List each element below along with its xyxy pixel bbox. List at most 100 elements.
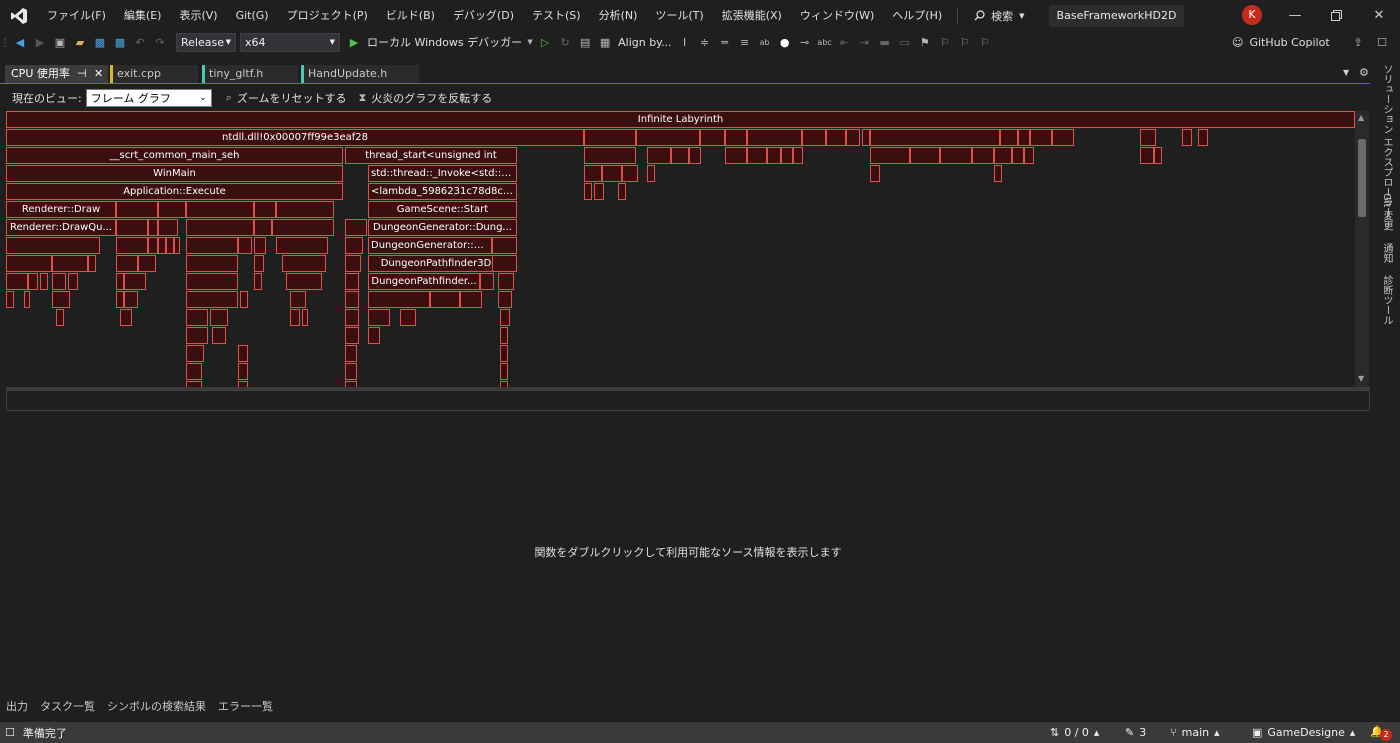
uncomment-icon[interactable]: ▭ — [895, 32, 915, 52]
flame-frame-unlabeled[interactable] — [1024, 147, 1034, 164]
flame-frame-unlabeled[interactable] — [480, 273, 494, 290]
menu-debug[interactable]: デバッグ(D) — [444, 0, 523, 31]
flame-frame-unlabeled[interactable] — [689, 147, 701, 164]
flame-frame-unlabeled[interactable] — [500, 345, 508, 362]
flame-frame-unlabeled[interactable] — [345, 363, 357, 380]
menu-tools[interactable]: ツール(T) — [646, 0, 712, 31]
menu-test[interactable]: テスト(S) — [523, 0, 590, 31]
flame-frame-unlabeled[interactable] — [124, 291, 138, 308]
flame-frame-unlabeled[interactable] — [212, 327, 226, 344]
menu-view[interactable]: 表示(V) — [170, 0, 226, 31]
flame-frame-unlabeled[interactable] — [725, 147, 747, 164]
outdent-icon[interactable]: ⇥ — [855, 32, 875, 52]
flame-frame[interactable]: ntdll.dll!0x00007ff99e3eaf28 — [6, 129, 584, 146]
flame-frame-unlabeled[interactable] — [6, 291, 14, 308]
redo-icon[interactable]: ↷ — [150, 32, 170, 52]
flame-frame-unlabeled[interactable] — [116, 255, 138, 272]
feedback-icon[interactable]: ☐ — [1372, 32, 1392, 52]
forward-icon[interactable]: ▶ — [30, 32, 50, 52]
reset-zoom-button[interactable]: ズームをリセットする — [237, 90, 347, 106]
circle-icon[interactable]: ● — [775, 32, 795, 52]
flame-frame-unlabeled[interactable] — [584, 165, 602, 182]
solution-explorer-icon[interactable]: ▤ — [575, 32, 595, 52]
settings-gear-icon[interactable]: ⚙ — [1359, 66, 1369, 79]
undo-icon[interactable]: ↶ — [130, 32, 150, 52]
flame-frame[interactable]: Renderer::Draw — [6, 201, 116, 218]
flame-frame-unlabeled[interactable] — [158, 201, 186, 218]
flame-frame-unlabeled[interactable] — [345, 255, 361, 272]
flame-frame-unlabeled[interactable] — [6, 255, 52, 272]
open-folder-icon[interactable]: ▰ — [70, 32, 90, 52]
scroll-down-icon[interactable]: ▼ — [1358, 374, 1364, 383]
tab-exit-cpp[interactable]: exit.cpp — [110, 65, 198, 83]
flame-frame-unlabeled[interactable] — [148, 237, 158, 254]
search-button[interactable]: 検索 ▼ — [964, 8, 1034, 24]
user-avatar[interactable]: K — [1242, 5, 1262, 25]
branch-status[interactable]: ⑂ main ▲ — [1170, 722, 1219, 743]
flame-frame-unlabeled[interactable] — [186, 309, 208, 326]
flame-frame-unlabeled[interactable] — [276, 201, 334, 218]
flame-frame-unlabeled[interactable] — [28, 273, 38, 290]
flame-frame-unlabeled[interactable] — [52, 291, 70, 308]
debugger-target-button[interactable]: ローカル Windows デバッガー — [364, 34, 525, 50]
flame-frame-unlabeled[interactable] — [254, 201, 276, 218]
flame-frame-unlabeled[interactable] — [647, 147, 671, 164]
flame-frame-unlabeled[interactable] — [862, 129, 870, 146]
flame-frame-unlabeled[interactable] — [186, 201, 254, 218]
menu-edit[interactable]: 編集(E) — [115, 0, 171, 31]
share-icon[interactable]: ⇪ — [1348, 32, 1368, 52]
flame-frame-unlabeled[interactable] — [846, 129, 860, 146]
bookmark-icon[interactable]: ⚑ — [915, 32, 935, 52]
flame-frame-unlabeled[interactable] — [725, 129, 747, 146]
start-without-debugging-icon[interactable]: ▷ — [535, 32, 555, 52]
flame-frame-unlabeled[interactable] — [186, 255, 238, 272]
flame-frame-unlabeled[interactable] — [747, 147, 767, 164]
flame-frame-unlabeled[interactable] — [1154, 147, 1162, 164]
flame-frame-unlabeled[interactable] — [148, 219, 158, 236]
flame-frame-unlabeled[interactable] — [671, 147, 689, 164]
flame-frame-unlabeled[interactable] — [158, 237, 166, 254]
flame-frame-unlabeled[interactable] — [622, 165, 638, 182]
flame-frame-unlabeled[interactable] — [345, 273, 359, 290]
restore-icon[interactable] — [1313, 0, 1359, 31]
menu-git[interactable]: Git(G) — [227, 0, 278, 31]
flame-frame-unlabeled[interactable] — [747, 129, 802, 146]
flame-frame[interactable]: thread_start<unsigned int — [345, 147, 517, 164]
tab-symbol-results[interactable]: シンボルの検索結果 — [101, 698, 212, 714]
chevron-down-icon[interactable]: ▼ — [525, 32, 535, 52]
flame-frame-unlabeled[interactable] — [345, 327, 359, 344]
flame-frame-unlabeled[interactable] — [492, 237, 517, 254]
flame-frame-unlabeled[interactable] — [500, 309, 510, 326]
flame-frame[interactable]: __scrt_common_main_seh — [6, 147, 343, 164]
flame-frame-unlabeled[interactable] — [345, 237, 363, 254]
flame-frame-unlabeled[interactable] — [254, 237, 266, 254]
flame-frame-unlabeled[interactable] — [24, 291, 30, 308]
platform-dropdown[interactable]: x64 ▼ — [240, 32, 340, 52]
flame-frame-unlabeled[interactable] — [368, 327, 380, 344]
close-tab-icon[interactable]: ✕ — [94, 65, 103, 83]
flame-frame-unlabeled[interactable] — [290, 291, 306, 308]
flame-frame-unlabeled[interactable] — [286, 273, 322, 290]
layout-icon[interactable]: ▦ — [595, 32, 615, 52]
flame-frame-unlabeled[interactable] — [302, 309, 308, 326]
flame-frame-unlabeled[interactable] — [186, 237, 238, 254]
flame-frame-unlabeled[interactable] — [52, 255, 88, 272]
flame-frame-unlabeled[interactable] — [1140, 147, 1154, 164]
flame-frame-unlabeled[interactable] — [368, 291, 430, 308]
flame-frame-unlabeled[interactable] — [254, 255, 264, 272]
configuration-dropdown[interactable]: Release ▼ — [176, 32, 236, 52]
hot-reload-icon[interactable]: ↻ — [555, 32, 575, 52]
tab-error-list[interactable]: エラー一覧 — [212, 698, 279, 714]
flame-frame-unlabeled[interactable] — [767, 147, 781, 164]
solution-name-badge[interactable]: BaseFrameworkHD2D — [1048, 4, 1185, 27]
flame-frame-unlabeled[interactable] — [492, 255, 517, 272]
flame-frame[interactable]: Application::Execute — [6, 183, 343, 200]
flame-frame-unlabeled[interactable] — [238, 363, 248, 380]
flame-frame-unlabeled[interactable] — [345, 219, 367, 236]
flame-frame-unlabeled[interactable] — [240, 291, 248, 308]
flame-frame-unlabeled[interactable] — [1012, 147, 1024, 164]
flame-frame-unlabeled[interactable] — [254, 273, 262, 290]
flame-frame-unlabeled[interactable] — [870, 129, 1000, 146]
flame-frame-unlabeled[interactable] — [584, 183, 592, 200]
align-by-button[interactable]: Align by... — [615, 36, 675, 49]
